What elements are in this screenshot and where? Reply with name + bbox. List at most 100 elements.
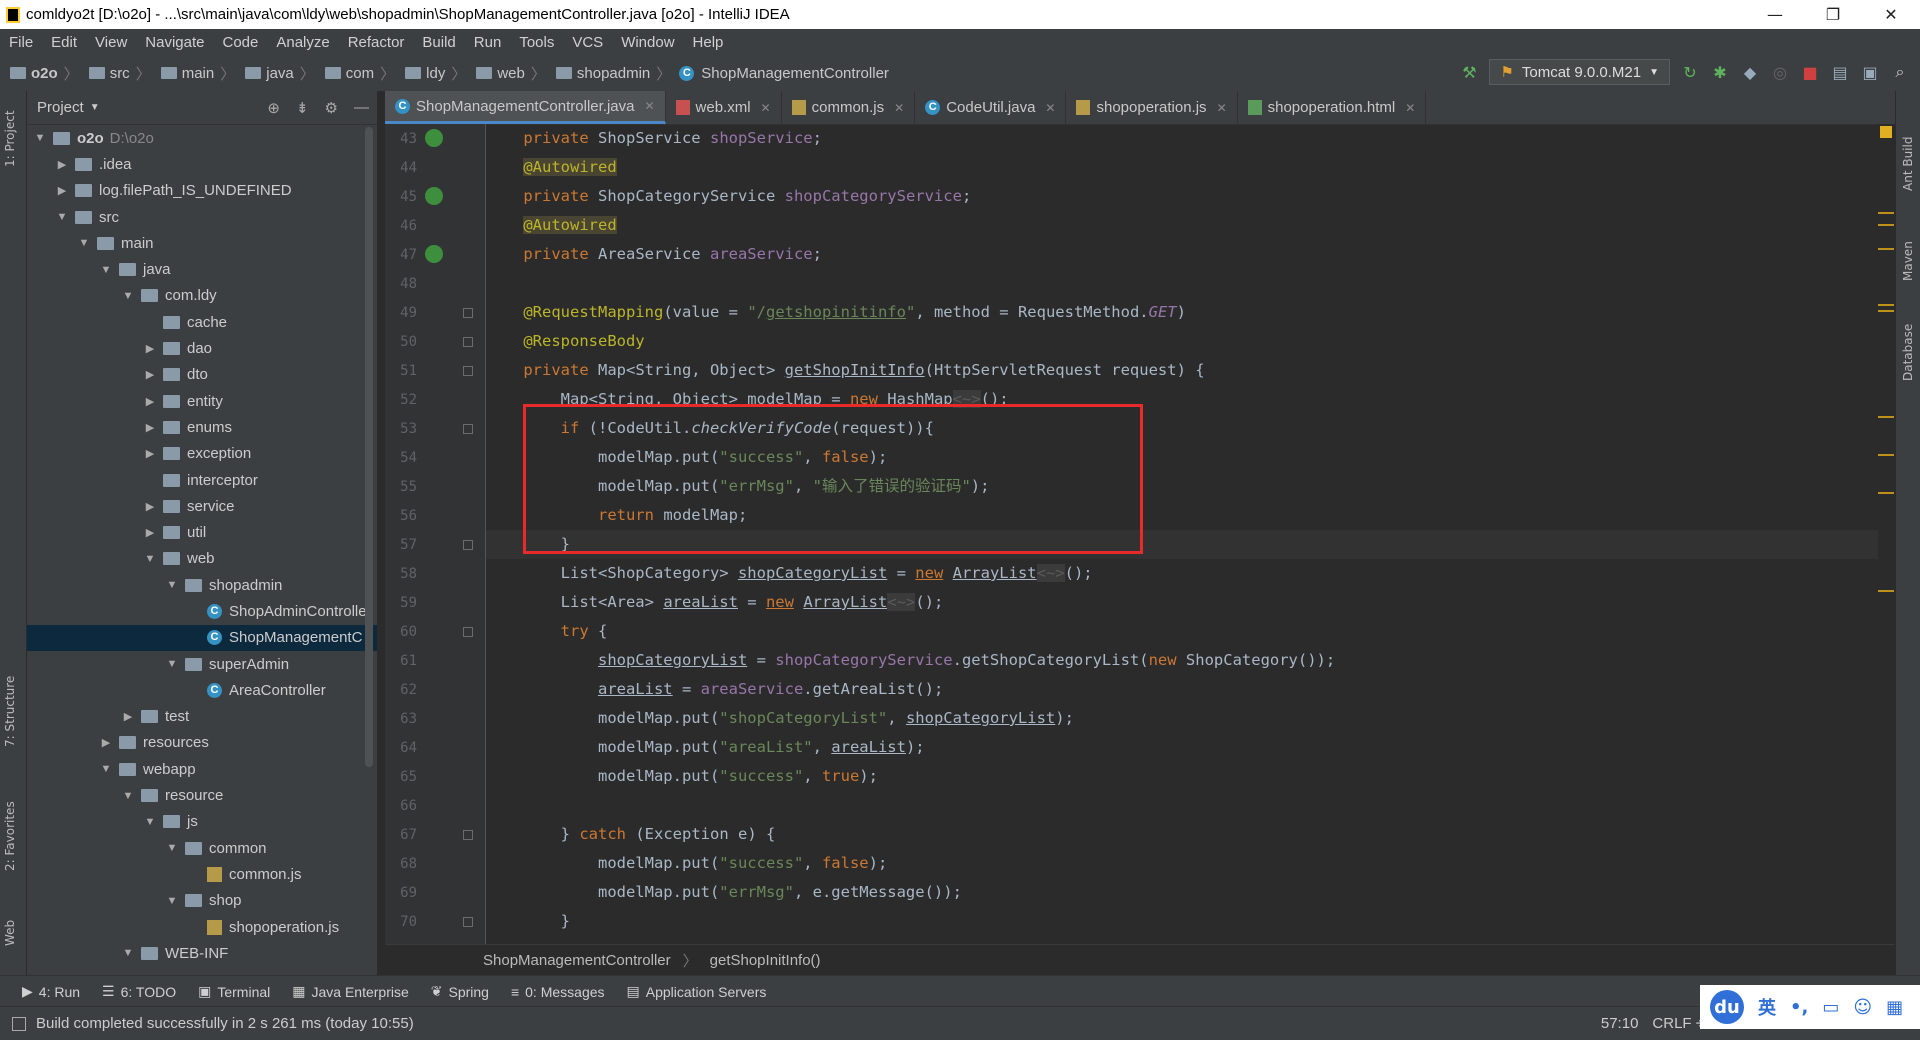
fold-marker-icon[interactable] bbox=[463, 540, 473, 550]
tree-item[interactable]: ▼ js bbox=[27, 809, 377, 835]
close-button[interactable]: ✕ bbox=[1862, 0, 1920, 29]
tree-item[interactable]: ▼ src bbox=[27, 204, 377, 230]
breadcrumb-class[interactable]: ShopManagementController bbox=[483, 952, 671, 969]
nav-crumb-ldy[interactable]: ldy 〉 bbox=[395, 63, 466, 84]
fold-marker-icon[interactable] bbox=[463, 308, 473, 318]
menu-refactor[interactable]: Refactor bbox=[339, 34, 414, 51]
tree-item[interactable]: ▶ entity bbox=[27, 388, 377, 414]
tree-item[interactable]: ▶ test bbox=[27, 704, 377, 730]
tree-item[interactable]: ▼ superAdmin bbox=[27, 651, 377, 677]
tree-item[interactable]: ▼ common bbox=[27, 835, 377, 861]
editor-tab[interactable]: web.xml ✕ bbox=[666, 91, 782, 124]
nav-crumb-shopadmin[interactable]: shopadmin 〉 bbox=[546, 63, 671, 84]
close-tab-icon[interactable]: ✕ bbox=[644, 99, 654, 113]
fold-marker-icon[interactable] bbox=[463, 917, 473, 927]
fold-marker-icon[interactable] bbox=[463, 337, 473, 347]
tree-item[interactable]: ▼ resource bbox=[27, 782, 377, 808]
hammer-icon[interactable]: ⚒ bbox=[1459, 62, 1479, 82]
menu-window[interactable]: Window bbox=[612, 34, 683, 51]
terminal-tool-button[interactable]: ▣ Terminal bbox=[198, 983, 270, 1000]
fold-marker-icon[interactable] bbox=[463, 830, 473, 840]
collapse-arrow-icon[interactable]: ▶ bbox=[143, 342, 157, 355]
collapse-arrow-icon[interactable]: ▶ bbox=[55, 184, 69, 197]
editor-tab[interactable]: shopoperation.html ✕ bbox=[1238, 91, 1427, 124]
expand-arrow-icon[interactable]: ▼ bbox=[121, 290, 135, 302]
structure-tool-button[interactable]: 7: Structure bbox=[3, 676, 17, 747]
error-stripe[interactable] bbox=[1878, 124, 1894, 944]
favorites-tool-button[interactable]: 2: Favorites bbox=[3, 801, 17, 871]
coverage-icon[interactable]: ◆ bbox=[1740, 62, 1760, 82]
tree-item[interactable]: ▶ log.filePath_IS_UNDEFINED bbox=[27, 178, 377, 204]
tree-item[interactable]: interceptor bbox=[27, 467, 377, 493]
tree-item[interactable]: ▼ java bbox=[27, 256, 377, 282]
nav-crumb-class[interactable]: C ShopManagementController bbox=[671, 65, 889, 82]
nav-crumb-web[interactable]: web 〉 bbox=[466, 63, 546, 84]
messages-tool-button[interactable]: ≡ 0: Messages bbox=[511, 984, 605, 1000]
fold-marker-icon[interactable] bbox=[463, 366, 473, 376]
editor-tab[interactable]: shopoperation.js ✕ bbox=[1066, 91, 1238, 124]
close-tab-icon[interactable]: ✕ bbox=[761, 101, 771, 115]
nav-crumb-com[interactable]: com 〉 bbox=[315, 63, 395, 84]
tree-item[interactable]: ▶ .idea bbox=[27, 151, 377, 177]
ime-menu-icon[interactable]: ▦ bbox=[1886, 997, 1903, 1018]
project-view-select[interactable]: Project bbox=[37, 99, 84, 116]
java-enterprise-tool-button[interactable]: ▦ Java Enterprise bbox=[292, 983, 409, 1000]
fold-marker-icon[interactable] bbox=[463, 424, 473, 434]
tree-item[interactable]: C ShopAdminController bbox=[27, 598, 377, 624]
menu-analyze[interactable]: Analyze bbox=[267, 34, 338, 51]
expand-arrow-icon[interactable]: ▼ bbox=[165, 895, 179, 907]
collapse-arrow-icon[interactable]: ▶ bbox=[121, 710, 135, 723]
expand-arrow-icon[interactable]: ▼ bbox=[33, 132, 47, 144]
breadcrumb-method[interactable]: getShopInitInfo() bbox=[710, 952, 821, 969]
status-toggle-icon[interactable] bbox=[12, 1016, 26, 1031]
tree-item[interactable]: shopoperation.js bbox=[27, 914, 377, 940]
tree-item[interactable]: C AreaController bbox=[27, 677, 377, 703]
expand-arrow-icon[interactable]: ▼ bbox=[99, 264, 113, 276]
editor-tab[interactable]: C CodeUtil.java ✕ bbox=[915, 91, 1067, 124]
nav-crumb-src[interactable]: src 〉 bbox=[79, 63, 151, 84]
collapse-arrow-icon[interactable]: ▶ bbox=[143, 395, 157, 408]
close-tab-icon[interactable]: ✕ bbox=[1045, 101, 1055, 115]
tree-item[interactable]: ▼ webapp bbox=[27, 756, 377, 782]
web-tool-button[interactable]: Web bbox=[3, 920, 17, 946]
menu-vcs[interactable]: VCS bbox=[563, 34, 612, 51]
line-separator[interactable]: CRLF ÷ bbox=[1652, 1015, 1704, 1032]
menu-view[interactable]: View bbox=[86, 34, 136, 51]
ime-language-toggle[interactable]: 英 bbox=[1758, 994, 1776, 1020]
minimize-button[interactable]: — bbox=[1746, 0, 1804, 29]
application-servers-tool-button[interactable]: ▤ Application Servers bbox=[627, 983, 767, 1000]
expand-arrow-icon[interactable]: ▼ bbox=[165, 579, 179, 591]
todo-tool-button[interactable]: ☰ 6: TODO bbox=[102, 983, 176, 1000]
menu-tools[interactable]: Tools bbox=[510, 34, 563, 51]
collapse-arrow-icon[interactable]: ▶ bbox=[143, 368, 157, 381]
maven-tool-button[interactable]: Maven bbox=[1901, 241, 1915, 281]
spring-bean-icon[interactable] bbox=[425, 245, 443, 263]
baidu-ime-logo[interactable]: du bbox=[1710, 990, 1744, 1024]
run-tool-button[interactable]: ▶ 4: Run bbox=[22, 983, 80, 1000]
run-configuration-select[interactable]: ⚑ Tomcat 9.0.0.M21 ▼ bbox=[1489, 59, 1670, 85]
close-tab-icon[interactable]: ✕ bbox=[894, 101, 904, 115]
tree-item[interactable]: ▶ service bbox=[27, 493, 377, 519]
collapse-arrow-icon[interactable]: ▶ bbox=[143, 421, 157, 434]
expand-arrow-icon[interactable]: ▼ bbox=[143, 553, 157, 565]
collapse-arrow-icon[interactable]: ▶ bbox=[143, 447, 157, 460]
database-tool-button[interactable]: Database bbox=[1901, 324, 1915, 381]
menu-file[interactable]: File bbox=[0, 34, 42, 51]
tree-item[interactable]: ▶ enums bbox=[27, 414, 377, 440]
tree-item[interactable]: ▼ web bbox=[27, 546, 377, 572]
menu-code[interactable]: Code bbox=[213, 34, 267, 51]
expand-arrow-icon[interactable]: ▼ bbox=[99, 763, 113, 775]
nav-crumb-o2o[interactable]: o2o 〉 bbox=[0, 63, 79, 84]
maximize-button[interactable]: ❐ bbox=[1804, 0, 1862, 29]
collapse-all-icon[interactable]: ⇟ bbox=[296, 99, 309, 117]
fold-marker-icon[interactable] bbox=[463, 627, 473, 637]
editor-tab[interactable]: common.js ✕ bbox=[782, 91, 916, 124]
tree-item[interactable]: ▼ shop bbox=[27, 888, 377, 914]
expand-arrow-icon[interactable]: ▼ bbox=[165, 658, 179, 670]
close-tab-icon[interactable]: ✕ bbox=[1405, 101, 1415, 115]
spring-tool-button[interactable]: ❦ Spring bbox=[431, 983, 489, 1000]
close-tab-icon[interactable]: ✕ bbox=[1217, 101, 1227, 115]
ime-punctuation-toggle[interactable]: •, bbox=[1790, 997, 1808, 1018]
rerun-icon[interactable]: ↻ bbox=[1680, 62, 1700, 82]
ant-build-tool-button[interactable]: Ant Build bbox=[1901, 137, 1915, 191]
